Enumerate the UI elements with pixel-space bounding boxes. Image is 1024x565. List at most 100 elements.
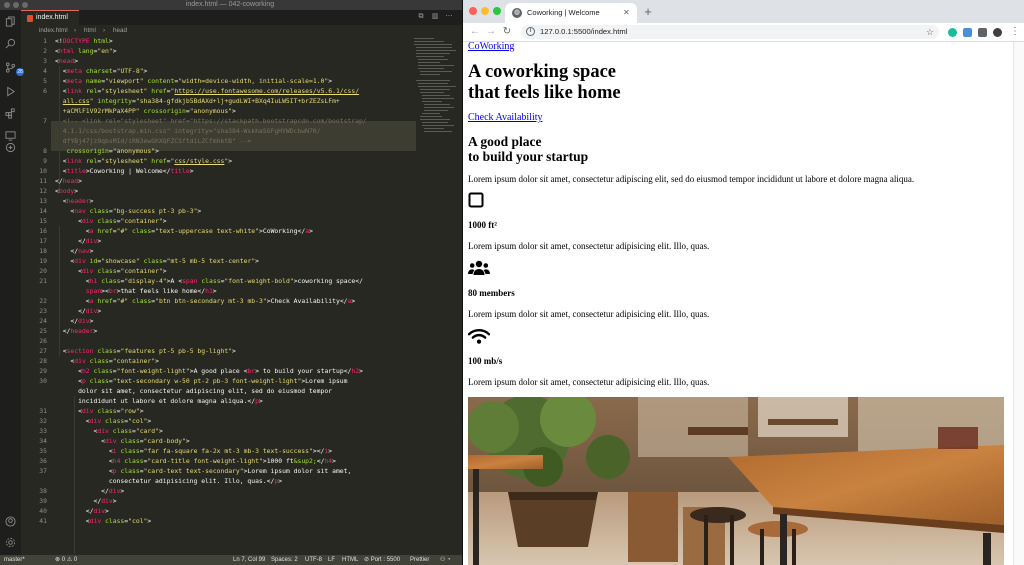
split-editor-icon[interactable]: ▥ — [431, 13, 439, 21]
code-editor[interactable]: 1 <!DOCTYPE html> 2 <html lang="en"> 3 <head>… — [21, 36, 416, 554]
browser-window: ◍ Coworking | Welcome ✕ + ← → ↻ i 127.0.… — [462, 0, 1024, 565]
code-line: </head> — [55, 177, 82, 185]
puzzle-icon[interactable] — [978, 28, 987, 37]
account-icon[interactable] — [5, 516, 16, 527]
zoom-window-button[interactable] — [493, 7, 501, 15]
bookmark-star-icon[interactable]: ☆ — [926, 25, 934, 39]
notifications-icon[interactable]: ⚇ ◔ — [440, 555, 451, 565]
encoding-setting[interactable]: UTF-8 — [305, 555, 322, 565]
problems-indicator[interactable]: ⊗ 0 ⚠ 0 — [55, 555, 77, 565]
breadcrumb-file[interactable]: index.html — [39, 25, 68, 36]
code-line: <meta name="viewport" content="width=dev… — [62, 77, 333, 85]
feature-text: Lorem ipsum dolor sit amet, consectetur … — [468, 309, 710, 319]
explorer-icon[interactable] — [5, 16, 16, 27]
remote-explorer-icon[interactable] — [5, 130, 16, 141]
run-debug-icon[interactable] — [5, 86, 16, 97]
line-number: 3 — [43, 57, 47, 65]
code-line: <a href="#" class="text-uppercase text-w… — [85, 227, 313, 235]
close-window-button[interactable] — [469, 7, 477, 15]
line-number: 18 — [39, 247, 47, 255]
editor-tab-bar: index.html ⧉ ▥ ⋯ — [21, 10, 462, 25]
address-bar[interactable]: i 127.0.0.1:5500/index.html ☆ — [521, 25, 939, 39]
gear-icon[interactable] — [5, 537, 16, 548]
line-number: 12 — [39, 187, 47, 195]
profile-avatar[interactable] — [993, 28, 1002, 37]
indentation-setting[interactable]: Spaces: 2 — [271, 555, 298, 565]
new-tab-button[interactable]: + — [641, 3, 655, 21]
status-bar: master* ⊗ 0 ⚠ 0 Ln 7, Col 99 Spaces: 2 U… — [0, 555, 462, 565]
line-number: 10 — [39, 167, 47, 175]
line-number: 27 — [39, 347, 47, 355]
line-number: 11 — [39, 177, 47, 185]
chrome-menu-icon[interactable]: ⋮ — [1009, 23, 1021, 41]
eol-setting[interactable]: LF — [328, 555, 335, 565]
live-share-icon[interactable] — [5, 142, 16, 153]
brand-link[interactable]: CoWorking — [468, 42, 514, 52]
code-line: <header> — [62, 197, 94, 205]
minimize-window-button[interactable] — [481, 7, 489, 15]
reload-icon[interactable]: ↻ — [501, 23, 513, 41]
features-heading-line2: to build your startup — [468, 149, 589, 164]
info-icon[interactable]: i — [526, 27, 535, 36]
tab-index-html[interactable]: index.html — [21, 10, 79, 25]
more-actions-icon[interactable]: ⋯ — [445, 13, 453, 21]
code-line: <!-- <link rel="stylesheet" href="https:… — [62, 117, 367, 125]
line-number: 40 — [39, 507, 47, 515]
source-control-icon[interactable]: 28 — [5, 62, 24, 76]
open-preview-icon[interactable]: ⧉ — [417, 13, 425, 21]
globe-icon: ◍ — [512, 8, 522, 18]
breadcrumb-head[interactable]: head — [113, 25, 127, 36]
back-arrow-icon[interactable]: ← — [469, 23, 481, 41]
line-number: 15 — [39, 217, 47, 225]
code-line: <div class="card-body"> — [101, 437, 190, 445]
line-number: 19 — [39, 257, 47, 265]
live-server-port[interactable]: ⊘ Port : 5500 — [364, 555, 400, 565]
users-icon — [468, 260, 490, 281]
minimap[interactable] — [412, 36, 456, 176]
prettier-status[interactable]: Prettier — [410, 555, 429, 565]
language-mode[interactable]: HTML — [342, 555, 358, 565]
hero-heading: A coworking space that feels like home — [468, 62, 621, 104]
line-number: 31 — [39, 407, 47, 415]
extension-icon[interactable] — [948, 28, 957, 37]
zoom-window-button[interactable] — [22, 2, 28, 8]
code-line: </div> — [70, 317, 94, 325]
vscode-titlebar: index.html — 042-coworking — [0, 0, 462, 10]
hero-heading-line2: that feels like home — [468, 83, 621, 103]
features-intro: Lorem ipsum dolor sit amet, consectetur … — [468, 174, 915, 184]
page-scrollbar[interactable] — [1013, 42, 1024, 565]
search-icon[interactable] — [5, 38, 16, 49]
extension-icon[interactable] — [963, 28, 972, 37]
branch-indicator[interactable]: master* — [4, 555, 25, 565]
url-text[interactable]: 127.0.0.1:5500/index.html — [540, 25, 627, 39]
extensions-icon[interactable] — [5, 108, 16, 119]
line-number: 21 — [39, 277, 47, 285]
check-availability-link[interactable]: Check Availability — [468, 112, 543, 123]
code-line: </div> — [93, 497, 117, 505]
code-line: <link rel="stylesheet" href="https://use… — [62, 87, 360, 95]
line-number: 38 — [39, 487, 47, 495]
features-heading-line1: A good place — [468, 134, 542, 149]
breadcrumb-html[interactable]: html — [84, 25, 96, 36]
feature-text: Lorem ipsum dolor sit amet, consectetur … — [468, 241, 710, 251]
cursor-position[interactable]: Ln 7, Col 99 — [233, 555, 265, 565]
line-number: 8 — [43, 147, 47, 155]
close-tab-icon[interactable]: ✕ — [623, 3, 630, 23]
forward-arrow-icon[interactable]: → — [485, 23, 497, 41]
line-number: 7 — [43, 117, 47, 125]
code-line: <html lang="en"> — [55, 47, 117, 55]
window-title: index.html — 042-coworking — [185, 1, 275, 8]
minimize-window-button[interactable] — [13, 2, 19, 8]
code-line: <body> — [55, 187, 79, 195]
code-line: </div> — [78, 237, 102, 245]
code-line: <div class="row"> — [78, 407, 144, 415]
code-line: span><br>that feels like home</h1> — [85, 287, 217, 295]
browser-tab[interactable]: ◍ Coworking | Welcome ✕ — [505, 3, 637, 23]
line-number: 14 — [39, 207, 47, 215]
line-number: 39 — [39, 497, 47, 505]
feature-title: 80 members — [468, 288, 515, 298]
line-number: 17 — [39, 237, 47, 245]
code-line: </nav> — [70, 247, 94, 255]
close-window-button[interactable] — [4, 2, 10, 8]
code-line: incididunt ut labore et dolore magna ali… — [55, 397, 263, 405]
